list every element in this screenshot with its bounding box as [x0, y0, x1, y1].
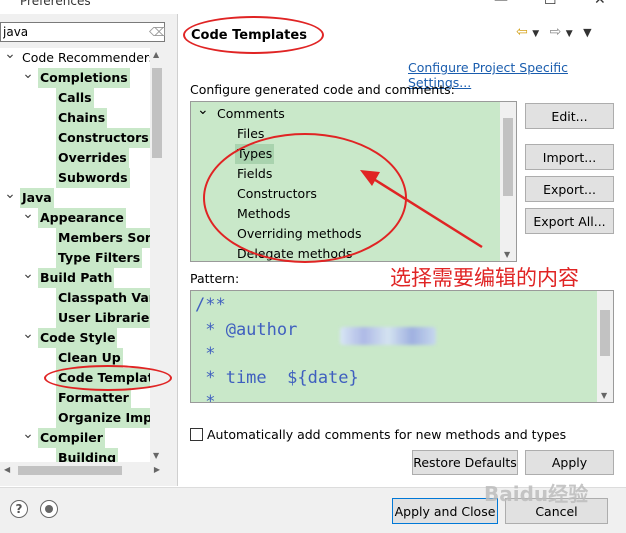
tree-item-label: Code Recommenders [22, 50, 150, 65]
template-scroll-thumb[interactable] [503, 118, 513, 196]
chevron-down-icon[interactable]: ⌄ [22, 64, 34, 84]
chevron-down-icon[interactable]: ⌄ [22, 204, 34, 224]
forward-menu-icon[interactable]: ▼ [566, 29, 573, 39]
tree-item-label: Building [56, 448, 119, 462]
filter-input[interactable] [3, 24, 143, 40]
chevron-down-icon[interactable]: ⌄ [4, 48, 16, 64]
forward-arrow-icon[interactable]: ⇨ [550, 24, 562, 40]
auto-comments-checkbox[interactable] [190, 428, 203, 441]
back-menu-icon[interactable]: ▼ [532, 29, 539, 39]
tree-item-label: Compiler [38, 428, 105, 448]
tree-item-label: Build Path [38, 268, 115, 288]
tree-item[interactable]: ⌄ Compiler [0, 426, 150, 448]
tree-hscroll-thumb[interactable] [18, 466, 122, 475]
chevron-down-icon[interactable]: ⌄ [22, 424, 34, 444]
apply-and-close-button[interactable]: Apply and Close [392, 498, 498, 524]
chevron-down-icon[interactable]: ⌄ [22, 324, 34, 344]
pattern-scroll-thumb[interactable] [600, 310, 610, 356]
scroll-right-icon[interactable]: ▶ [154, 465, 160, 474]
chevron-down-icon[interactable]: ⌄ [197, 102, 209, 120]
pattern-line: /** [195, 295, 226, 315]
tree-item[interactable]: Members Sort [0, 228, 150, 248]
title-bar: Preferences — ☐ ✕ [0, 0, 626, 14]
scroll-up-icon[interactable]: ▲ [153, 50, 159, 59]
tree-item[interactable]: Calls [0, 88, 150, 108]
tree-item[interactable]: ⌄ Completions [0, 66, 150, 88]
restore-defaults-button[interactable]: Restore Defaults [412, 450, 518, 475]
tree-scroll-thumb[interactable] [152, 68, 162, 158]
template-item[interactable]: ⌄ Comments [191, 102, 501, 124]
back-arrow-icon[interactable]: ⇦ [516, 24, 528, 40]
tree-item-label: Overrides [56, 148, 129, 168]
window-title: Preferences [20, 0, 91, 8]
chevron-down-icon[interactable]: ⌄ [4, 184, 16, 204]
scroll-down-icon[interactable]: ▼ [601, 391, 607, 400]
annotation-text: 选择需要编辑的内容 [390, 266, 579, 290]
page-nav: ⇦ ▼ ⇨ ▼ ▼ [516, 24, 592, 40]
tree-item-label: Organize Impo [56, 408, 150, 428]
clear-filter-icon[interactable]: ⌫ [149, 25, 166, 39]
configure-label: Configure generated code and comments: [190, 82, 455, 97]
edit-button[interactable]: Edit... [525, 103, 614, 129]
close-button[interactable]: ✕ [594, 0, 606, 8]
pattern-editor[interactable]: /** * @author * * time ${date} * [190, 290, 614, 403]
annotation-arrow [360, 170, 483, 249]
import-button[interactable]: Import... [525, 144, 614, 170]
scroll-down-icon[interactable]: ▼ [504, 250, 510, 259]
tree-item[interactable]: ⌄ Code Style [0, 326, 150, 348]
scroll-left-icon[interactable]: ◀ [4, 465, 10, 474]
tree-item-label: Classpath Vari [56, 288, 150, 308]
minimize-button[interactable]: — [494, 0, 508, 8]
tree-item[interactable]: Overrides [0, 148, 150, 168]
tree-item[interactable]: Classpath Vari [0, 288, 150, 308]
chevron-down-icon[interactable]: ⌄ [22, 264, 34, 284]
tree-item[interactable]: ⌄ Build Path [0, 266, 150, 288]
export-button[interactable]: Export... [525, 176, 614, 202]
pattern-line: * @author [195, 320, 298, 340]
tree-item-label: Chains [56, 108, 108, 128]
watermark: Baidu经验 [484, 482, 589, 506]
tree-item-label: Constructors [56, 128, 150, 148]
tree-item[interactable]: Building [0, 448, 150, 462]
record-macro-icon[interactable] [40, 500, 58, 518]
tree-item-label: Completions [38, 68, 130, 88]
maximize-button[interactable]: ☐ [544, 0, 557, 8]
export-all-button[interactable]: Export All... [525, 208, 614, 234]
tree-item[interactable]: Chains [0, 108, 150, 128]
blurred-author-name [340, 327, 436, 345]
scroll-down-icon[interactable]: ▼ [153, 451, 159, 460]
tree-item-label: Calls [56, 88, 94, 108]
tree-item[interactable]: Formatter [0, 388, 150, 408]
auto-comments-label[interactable]: Automatically add comments for new metho… [207, 427, 566, 442]
tree-item-label: Members Sort [56, 228, 150, 248]
tree-item-label: Subwords [56, 168, 130, 188]
view-menu-icon[interactable]: ▼ [583, 26, 591, 39]
help-icon[interactable]: ? [10, 500, 28, 518]
pattern-line: * [195, 392, 216, 403]
template-item-label: Comments [217, 106, 285, 121]
tree-item-label: Type Filters [56, 248, 143, 268]
tree-item[interactable]: Constructors [0, 128, 150, 148]
tree-item-label: Appearance [38, 208, 126, 228]
preference-tree[interactable]: ⌄ Code Recommenders ⌄ Completions Calls Chain… [0, 48, 150, 462]
pattern-label: Pattern: [190, 271, 240, 286]
tree-item-label: User Libraries [56, 308, 150, 328]
filter-field[interactable]: ⌫ [0, 22, 166, 42]
tree-item[interactable]: Subwords [0, 168, 150, 188]
tree-item[interactable]: ⌄ Appearance [0, 206, 150, 228]
tree-item-label: Code Style [38, 328, 118, 348]
annotation-circle-title [183, 16, 324, 54]
tree-item-label: Formatter [56, 388, 131, 408]
apply-button[interactable]: Apply [525, 450, 614, 475]
pattern-line: * [195, 344, 216, 364]
annotation-circle-tree-item [44, 365, 172, 391]
pattern-line: * time ${date} [195, 368, 359, 388]
